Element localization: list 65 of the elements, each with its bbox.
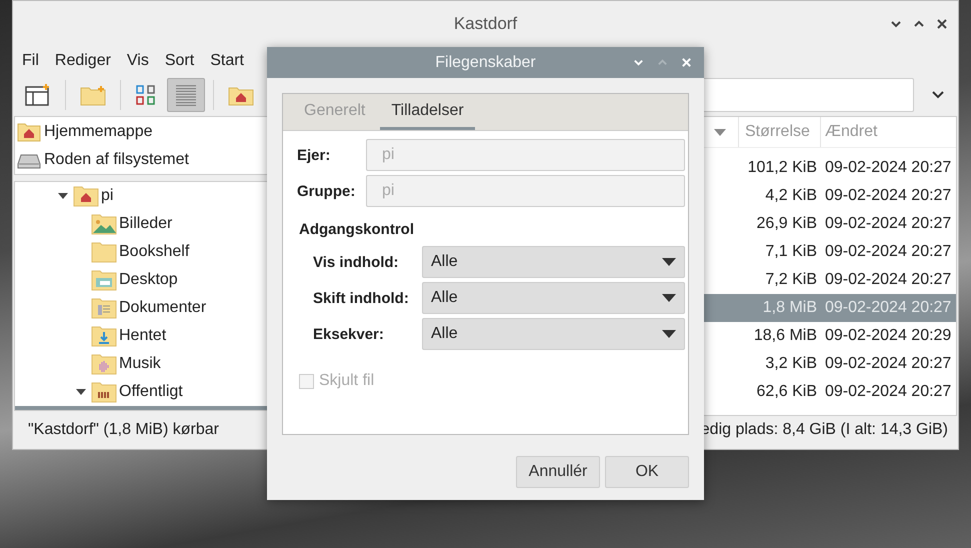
permission-dropdown[interactable]: Alle [422, 282, 685, 314]
menu-item[interactable]: Start [202, 52, 252, 70]
sort-caret-icon [714, 128, 726, 136]
folder-icon [91, 241, 117, 264]
place-item[interactable]: Hjemmemappe [15, 118, 268, 146]
dropdown-arrow-icon [662, 330, 676, 338]
field-label: Eksekver: [313, 326, 385, 342]
date-cell-text: 09-02-2024 20:27 [824, 299, 952, 317]
size-cell-text: 26,9 KiB [756, 215, 818, 233]
tree-item[interactable]: Dokumenter [15, 294, 268, 322]
field-label: Vis indhold: [313, 254, 400, 270]
documents-folder-icon [91, 297, 117, 320]
permission-dropdown[interactable]: Alle [422, 246, 685, 278]
section-heading: Adgangskontrol [299, 221, 415, 238]
tree-item[interactable]: Billeder [15, 210, 268, 238]
date-cell-text: 09-02-2024 20:29 [824, 327, 952, 345]
field-label: Gruppe: [297, 182, 356, 200]
date-cell-text: 09-02-2024 20:27 [824, 243, 952, 261]
field-label: Ejer: [297, 146, 332, 164]
permission-dropdown[interactable]: Alle [422, 318, 685, 350]
size-cell-text: 4,2 KiB [764, 187, 818, 205]
tree-item[interactable]: Offentligt [15, 378, 268, 406]
size-cell-text: 7,2 KiB [764, 271, 818, 289]
date-cell-text: 09-02-2024 20:27 [824, 383, 952, 401]
date-cell-text: 09-02-2024 20:27 [824, 271, 952, 289]
size-cell-text: 62,6 KiB [756, 383, 818, 401]
dialog-button[interactable]: OK [605, 456, 689, 488]
pictures-folder-icon [91, 213, 117, 236]
home-folder-icon [17, 122, 41, 142]
downloads-folder-icon [91, 325, 117, 348]
tree-item[interactable]: Hentet [15, 322, 268, 350]
menu-item[interactable]: Rediger [46, 52, 119, 70]
field-label: Skift indhold: [313, 290, 410, 306]
size-cell-text: 1,8 MiB [762, 299, 818, 317]
size-cell-text: 7,1 KiB [764, 243, 818, 261]
date-cell-text: 09-02-2024 20:27 [824, 215, 952, 233]
chevron-down-icon[interactable] [932, 91, 944, 99]
desktop-folder-icon [91, 269, 117, 292]
dropdown-arrow-icon [662, 294, 676, 302]
expander-icon[interactable] [58, 191, 68, 202]
dialog-title: Filegenskaber [435, 54, 536, 72]
list-view-icon[interactable] [167, 78, 205, 112]
menu-item[interactable]: Sort [156, 52, 202, 70]
tree-item[interactable]: Bookshelf [15, 238, 268, 266]
size-cell-text: 101,2 KiB [746, 159, 818, 177]
date-cell-text: 09-02-2024 20:27 [824, 159, 952, 177]
music-folder-icon [91, 353, 117, 376]
public-folder-icon [91, 381, 117, 404]
date-cell-text: 09-02-2024 20:27 [824, 355, 952, 373]
dialog-button[interactable]: Annullér [516, 456, 600, 488]
dropdown-arrow-icon [662, 258, 676, 266]
home-folder-icon [73, 185, 99, 208]
menu-item[interactable]: Vis [118, 52, 157, 70]
place-item[interactable]: Roden af filsystemet [15, 146, 268, 174]
tree-item[interactable]: pi [15, 182, 268, 210]
window-title: Kastdorf [454, 14, 518, 34]
close-icon[interactable] [936, 18, 948, 30]
tree-item[interactable]: Desktop [15, 266, 268, 294]
menu-item[interactable]: Fil [14, 52, 47, 70]
expander-icon[interactable] [76, 387, 86, 398]
tree-item[interactable]: Musik [15, 350, 268, 378]
size-cell-text: 18,6 MiB [752, 327, 818, 345]
date-cell-text: 09-02-2024 20:27 [824, 187, 952, 205]
size-cell-text: 3,2 KiB [764, 355, 818, 373]
selection-status: "Kastdorf" (1,8 MiB) kørbar [28, 421, 219, 439]
